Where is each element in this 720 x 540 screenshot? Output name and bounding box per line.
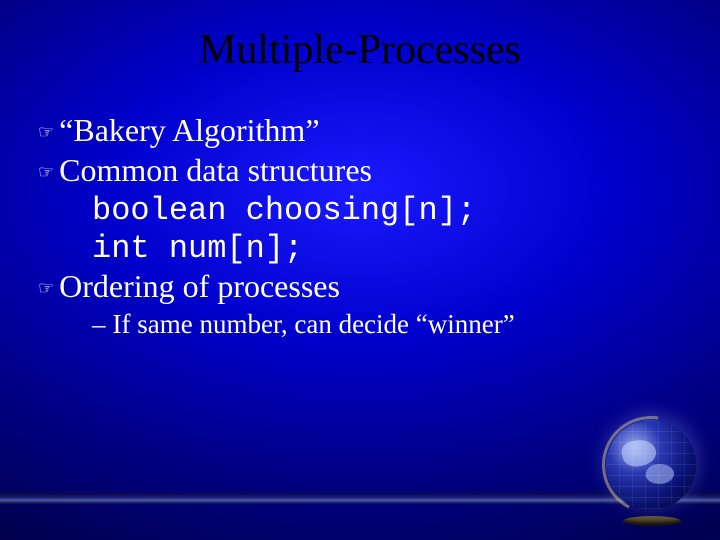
bullet-item: ☞ “Bakery Algorithm” [38, 112, 720, 149]
hand-bullet-icon: ☞ [38, 163, 54, 181]
bullet-text: “Bakery Algorithm” [59, 112, 319, 149]
bullet-item: ☞ Common data structures [38, 152, 720, 189]
globe-stand [623, 516, 681, 526]
hand-bullet-icon: ☞ [38, 123, 54, 141]
hand-bullet-icon: ☞ [38, 279, 54, 297]
globe-grid [606, 420, 696, 510]
bullet-item: ☞ Ordering of processes [38, 268, 720, 305]
bullet-text: Ordering of processes [59, 268, 340, 305]
sub-bullet-item: – If same number, can decide “winner” [38, 309, 720, 340]
code-line: int num[n]; [38, 230, 720, 267]
dash-bullet-icon: – [92, 309, 106, 340]
globe-graphic [596, 416, 708, 528]
sub-bullet-text: If same number, can decide “winner” [113, 309, 515, 340]
globe-sphere [606, 420, 696, 510]
bullet-text: Common data structures [59, 152, 372, 189]
slide-title: Multiple-Processes [0, 0, 720, 74]
slide-body: ☞ “Bakery Algorithm” ☞ Common data struc… [0, 74, 720, 340]
code-line: boolean choosing[n]; [38, 192, 720, 229]
